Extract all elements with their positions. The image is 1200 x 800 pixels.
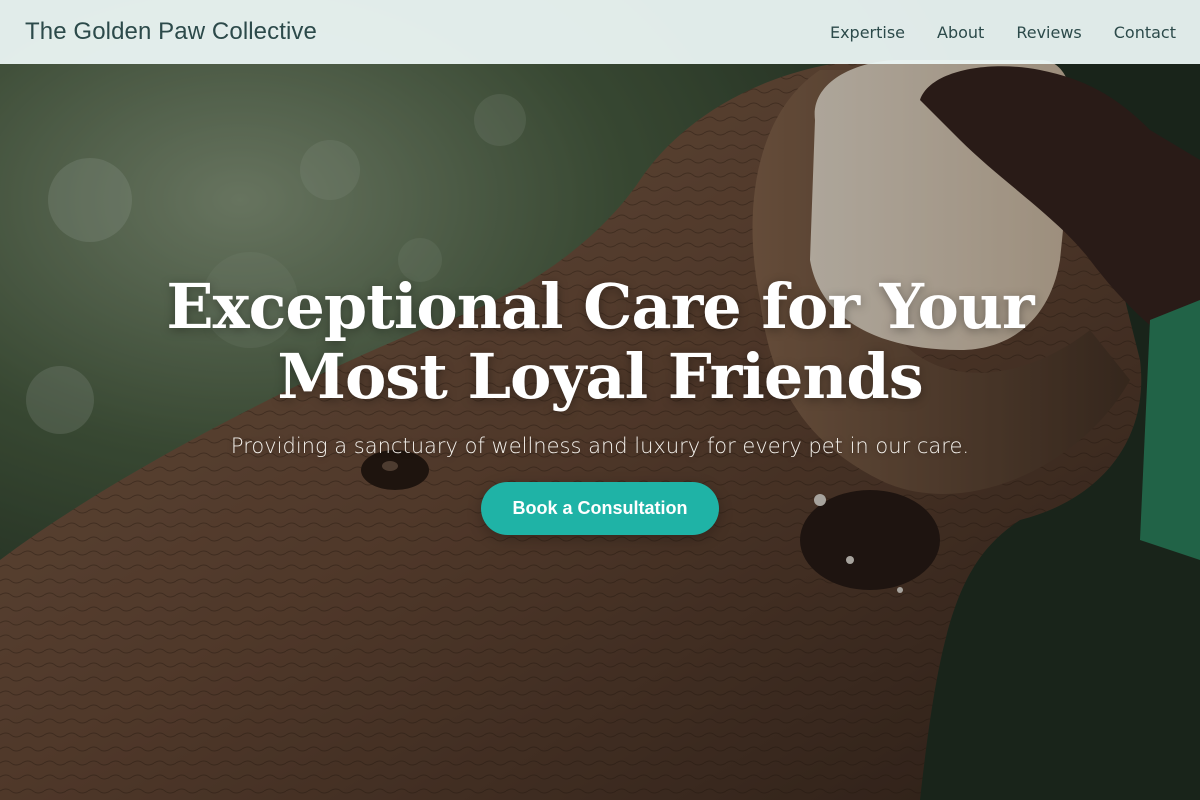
hero-title-line-2: Most Loyal Friends bbox=[277, 340, 923, 413]
nav-links: Expertise About Reviews Contact bbox=[830, 23, 1176, 42]
book-consultation-button[interactable]: Book a Consultation bbox=[481, 482, 719, 535]
nav-link-reviews[interactable]: Reviews bbox=[1016, 23, 1081, 42]
nav-link-about[interactable]: About bbox=[937, 23, 984, 42]
top-navbar: The Golden Paw Collective Expertise Abou… bbox=[0, 0, 1200, 64]
brand-logo-text[interactable]: The Golden Paw Collective bbox=[25, 18, 317, 46]
nav-link-expertise[interactable]: Expertise bbox=[830, 23, 905, 42]
hero-subtitle: Providing a sanctuary of wellness and lu… bbox=[230, 434, 970, 458]
nav-link-contact[interactable]: Contact bbox=[1114, 23, 1176, 42]
hero-title-line-1: Exceptional Care for Your bbox=[166, 270, 1034, 343]
hero-content: Exceptional Care for Your Most Loyal Fri… bbox=[0, 272, 1200, 535]
hero-title: Exceptional Care for Your Most Loyal Fri… bbox=[166, 270, 1034, 413]
